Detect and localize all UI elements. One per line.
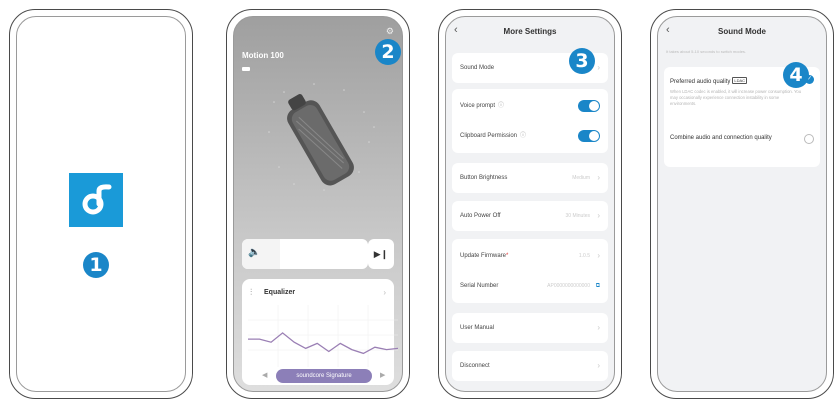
step-badge-3: 3 <box>569 48 595 74</box>
preset-next-arrow[interactable]: ▶ <box>380 371 385 379</box>
equalizer-title: Equalizer <box>264 289 296 296</box>
equalizer-curve <box>248 332 398 355</box>
step-badge-4: 4 <box>783 62 809 88</box>
device-info-card: Update Firmware* 1.0.5 › Serial Number AP00… <box>452 239 608 303</box>
copy-icon[interactable]: ⧉ <box>596 279 600 293</box>
option-preferred-audio-desc: When LDAC codec is enabled, it will incr… <box>670 89 802 106</box>
switch-hint: It takes about 5-10 seconds to switch mo… <box>666 49 747 54</box>
step-badge-1: 1 <box>83 252 109 278</box>
volume-slider[interactable]: 🔈 <box>242 239 368 269</box>
chevron-right-icon: › <box>597 251 600 260</box>
serial-number-row: Serial Number AP0000000000000 ⧉ <box>460 279 600 293</box>
gear-icon[interactable]: ⚙ <box>386 26 394 37</box>
device-name: Motion 100 <box>242 51 284 60</box>
soundcore-app-icon[interactable] <box>69 173 123 227</box>
chevron-right-icon: › <box>597 63 600 72</box>
equalizer-icon: ⫶ <box>250 287 253 297</box>
radio-unselected-icon[interactable] <box>804 134 814 144</box>
page-title: More Settings <box>503 27 557 36</box>
firmware-version: 1.0.5 <box>578 253 590 259</box>
update-firmware-row[interactable]: Update Firmware* 1.0.5 › <box>460 249 600 263</box>
clipboard-row: Clipboard Permission ⓘ <box>460 129 600 143</box>
disconnect-row[interactable]: Disconnect › <box>452 351 608 381</box>
phone-2: Motion 100 ⚙ 🔈 ▶❙ ⫶ Equalizer › ◀ soundc… <box>226 9 410 399</box>
user-manual-row[interactable]: User Manual › <box>452 313 608 343</box>
chevron-right-icon: › <box>597 361 600 370</box>
volume-icon: 🔈 <box>248 247 261 258</box>
more-settings-screen: ‹ More Settings Sound Mode › Voice prompt… <box>445 16 615 392</box>
equalizer-card[interactable]: ⫶ Equalizer › ◀ soundcore Signature ▶ <box>242 279 398 385</box>
auto-power-off-value: 30 Minutes <box>565 213 590 219</box>
phone-4: ‹ Sound Mode It takes about 5-10 seconds… <box>650 9 834 399</box>
equalizer-preset-button[interactable]: soundcore Signature <box>276 369 372 383</box>
play-pause-button[interactable]: ▶❙ <box>368 239 394 269</box>
auto-power-off-row[interactable]: Auto Power Off 30 Minutes › <box>452 201 608 231</box>
ldac-badge: LDAC <box>732 77 748 84</box>
option-preferred-audio[interactable]: Preferred audio quality LDAC <box>670 77 748 85</box>
user-manual-label: User Manual <box>460 325 495 331</box>
chevron-right-icon: › <box>383 288 386 297</box>
voice-prompt-label: Voice prompt <box>460 103 496 109</box>
toggles-card: Voice prompt ⓘ Clipboard Permission ⓘ <box>452 89 608 153</box>
update-firmware-label: Update Firmware <box>460 253 507 259</box>
preset-prev-arrow[interactable]: ◀ <box>262 371 267 379</box>
phone-3: ‹ More Settings Sound Mode › Voice prompt… <box>438 9 622 399</box>
serial-number-label: Serial Number <box>460 283 499 289</box>
info-icon[interactable]: ⓘ <box>520 133 526 139</box>
chevron-right-icon: › <box>597 211 600 220</box>
button-brightness-label: Button Brightness <box>460 175 508 181</box>
chevron-right-icon: › <box>597 323 600 332</box>
option-combine-quality[interactable]: Combine audio and connection quality <box>670 135 772 141</box>
voice-prompt-toggle[interactable] <box>578 100 600 112</box>
auto-power-off-label: Auto Power Off <box>460 213 501 219</box>
phone-1: 1 <box>9 9 193 399</box>
battery-icon <box>242 67 250 71</box>
sound-mode-label: Sound Mode <box>460 65 495 71</box>
equalizer-curve-chart <box>248 305 398 367</box>
update-alert-icon: * <box>506 253 509 259</box>
button-brightness-value: Medium <box>572 175 590 181</box>
clipboard-label: Clipboard Permission <box>460 133 518 139</box>
disconnect-label: Disconnect <box>460 363 490 369</box>
speaker-image <box>268 83 375 191</box>
info-icon[interactable]: ⓘ <box>498 103 504 109</box>
page-title: Sound Mode <box>718 27 766 36</box>
serial-number-value: AP0000000000000 <box>547 283 590 289</box>
step-badge-2: 2 <box>375 39 401 65</box>
voice-prompt-row: Voice prompt ⓘ <box>460 99 600 113</box>
clipboard-toggle[interactable] <box>578 130 600 142</box>
device-home-screen: Motion 100 ⚙ 🔈 ▶❙ ⫶ Equalizer › ◀ soundc… <box>233 16 403 392</box>
option-preferred-audio-label: Preferred audio quality <box>670 79 731 85</box>
chevron-right-icon: › <box>597 173 600 182</box>
button-brightness-row[interactable]: Button Brightness Medium › <box>452 163 608 193</box>
